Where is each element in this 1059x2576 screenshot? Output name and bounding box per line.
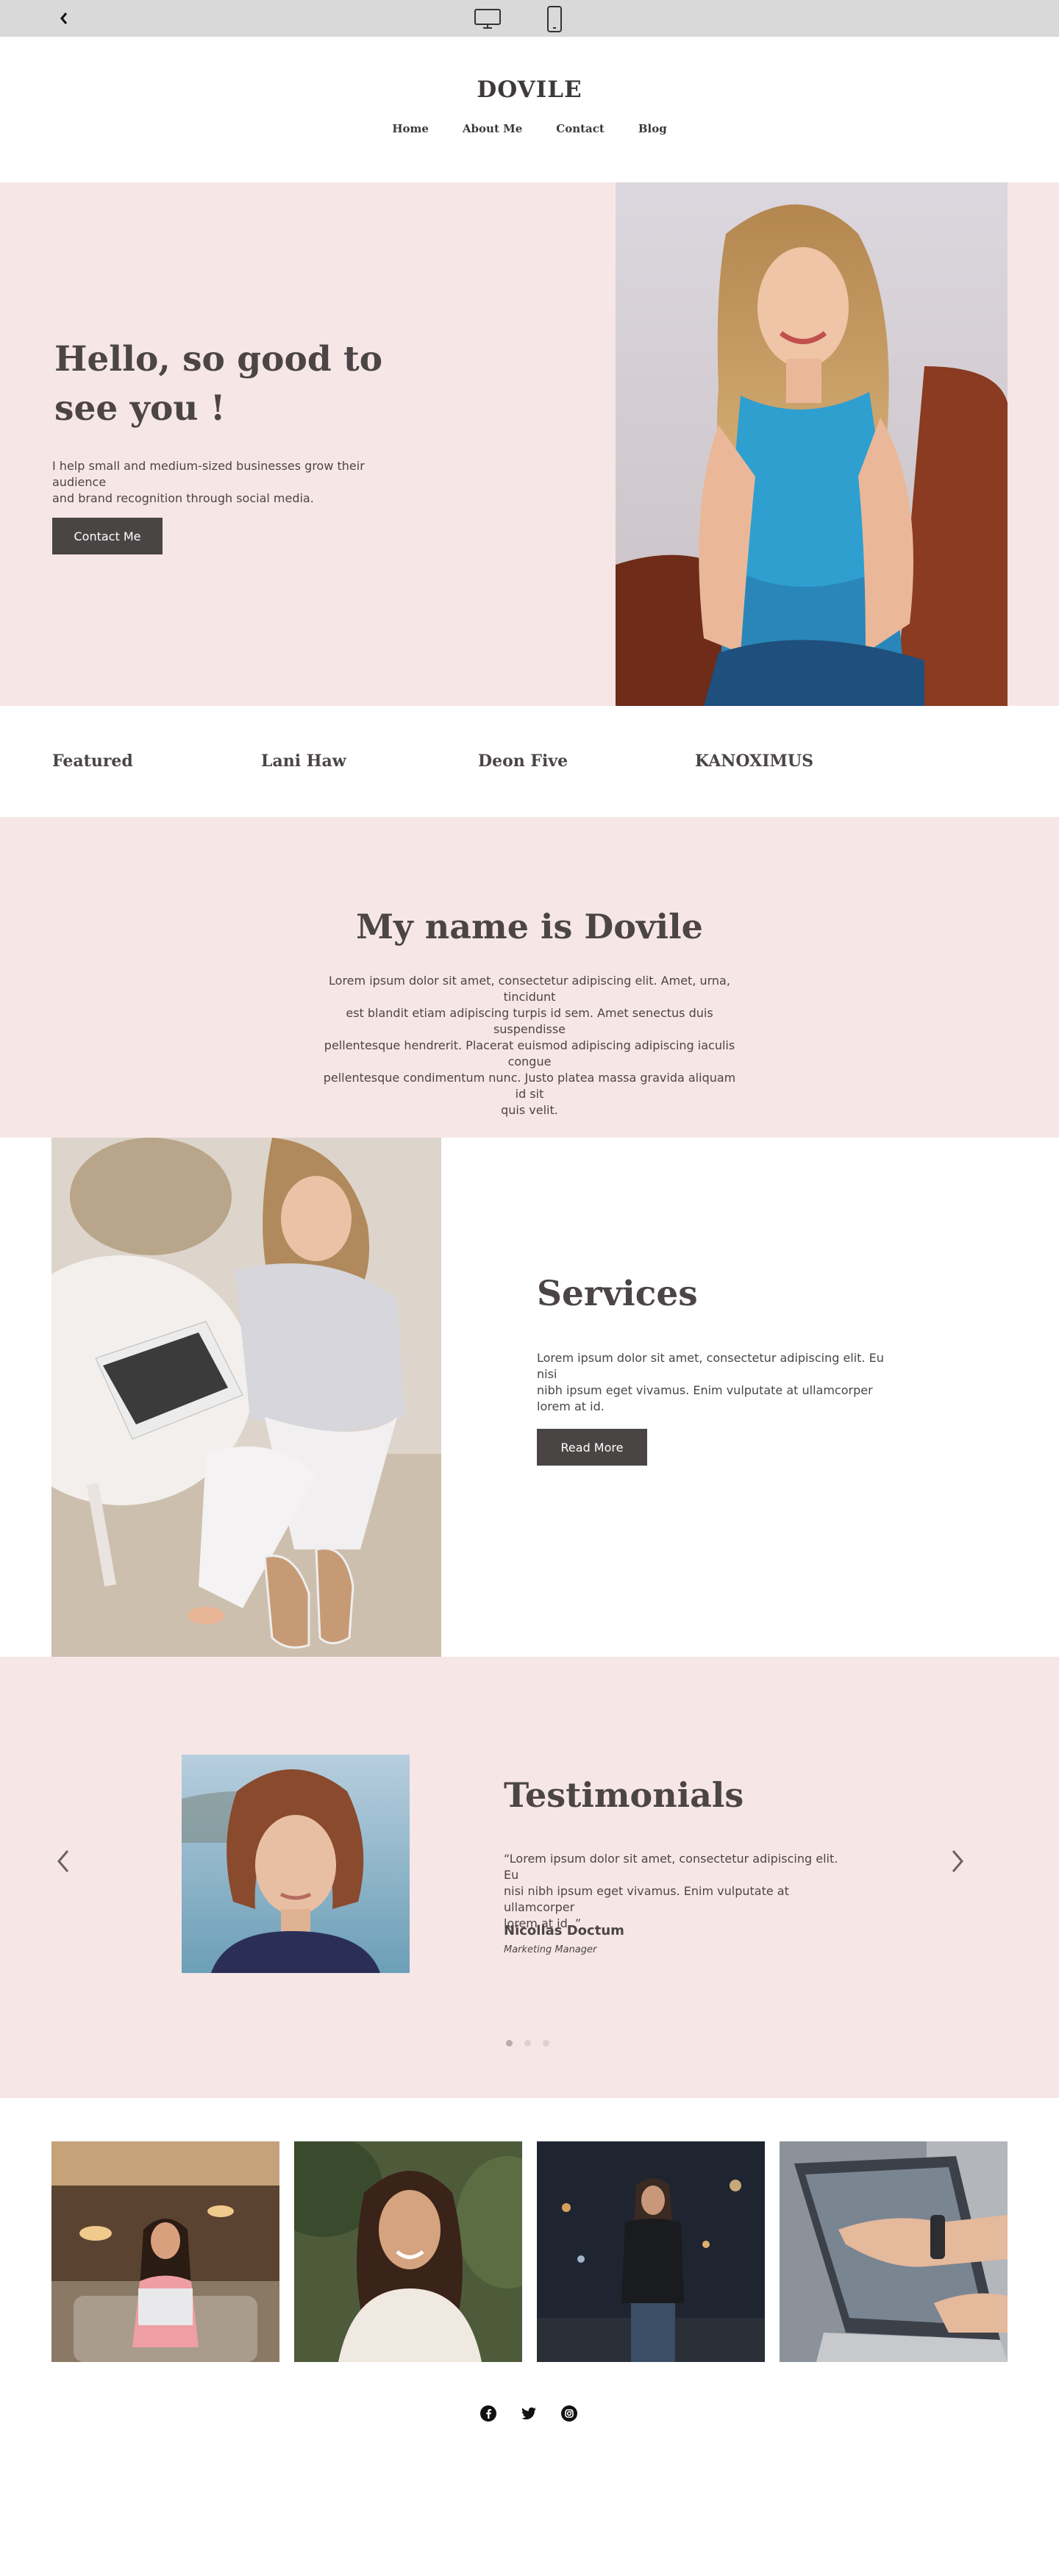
testimonials-section: Testimonials “Lorem ipsum dolor sit amet… [0,1657,1059,2098]
main-nav: Home About Me Contact Blog [382,122,677,135]
hero-title: Hello, so good to see you ! [54,335,407,433]
social-links [479,2405,578,2422]
services-text-line: lorem at id. [537,1399,605,1413]
hero-text-line-2: and brand recognition through social med… [52,491,314,505]
nav-about-me[interactable]: About Me [463,122,522,135]
about-text-line: Lorem ipsum dolor sit amet, consectetur … [329,974,730,1004]
about-text-line: quis velit. [501,1103,558,1117]
about-text-line: pellentesque hendrerit. Placerat euismod… [324,1038,735,1068]
services-title: Services [537,1274,698,1314]
nav-home[interactable]: Home [392,122,429,135]
testimonials-title: Testimonials [504,1775,744,1815]
nav-contact[interactable]: Contact [556,122,605,135]
services-text-line: Lorem ipsum dolor sit amet, consectetur … [537,1351,884,1381]
testimonial-author-name: Nicollas Doctum [504,1923,624,1938]
quote-line: nisi nibh ipsum eget vivamus. Enim vulpu… [504,1884,789,1914]
instagram-icon[interactable] [560,2405,578,2422]
hero-section: Hello, so good to see you ! I help small… [0,182,1059,706]
nav-blog[interactable]: Blog [638,122,667,135]
site-logo[interactable]: DOVILE [0,76,1059,103]
preview-toolbar [0,0,1059,37]
carousel-dot[interactable] [543,2040,549,2047]
hero-title-line-2: see you ! [54,388,226,429]
services-image [51,1138,441,1657]
about-text-line: pellentesque condimentum nunc. Justo pla… [323,1071,736,1101]
quote-line: “Lorem ipsum dolor sit amet, consectetur… [504,1852,838,1882]
featured-logos: Featured Lani Haw Deon Five KANOXIMUS [0,752,1059,774]
services-text: Lorem ipsum dolor sit amet, consectetur … [537,1350,897,1415]
carousel-dots [506,2040,549,2047]
about-text: Lorem ipsum dolor sit amet, consectetur … [316,973,743,1118]
carousel-dot[interactable] [506,2040,513,2047]
testimonial-author-role: Marketing Manager [504,1944,597,1955]
services-text-line: nibh ipsum eget vivamus. Enim vulputate … [537,1383,873,1397]
hero-title-line-1: Hello, so good to [54,339,383,379]
about-section: My name is Dovile Lorem ipsum dolor sit … [0,817,1059,1138]
testimonial-photo [182,1755,410,1973]
gallery-image[interactable] [294,2141,522,2362]
contact-me-button[interactable]: Contact Me [52,518,163,554]
featured-label: Featured [52,752,133,771]
gallery-image[interactable] [780,2141,1008,2362]
chevron-right-icon[interactable] [946,1847,968,1876]
testimonial-quote: “Lorem ipsum dolor sit amet, consectetur… [504,1851,849,1932]
featured-brand: Lani Haw [261,752,346,771]
about-title: My name is Dovile [356,907,703,946]
phone-icon[interactable] [546,5,563,33]
photo-gallery [51,2141,1008,2362]
hero-portrait-image [616,182,1008,706]
about-text-line: est blandit etiam adipiscing turpis id s… [346,1006,713,1036]
featured-brand: Deon Five [478,752,568,771]
read-more-button[interactable]: Read More [537,1429,647,1466]
carousel-dot[interactable] [524,2040,531,2047]
monitor-icon[interactable] [474,8,502,30]
featured-brand: KANOXIMUS [695,752,813,771]
gallery-image[interactable] [537,2141,765,2362]
gallery-image[interactable] [51,2141,279,2362]
twitter-icon[interactable] [520,2405,538,2422]
facebook-icon[interactable] [479,2405,497,2422]
chevron-left-icon[interactable] [53,1847,75,1876]
chevron-left-icon [60,13,68,24]
back-button[interactable] [53,7,75,29]
hero-text: I help small and medium-sized businesses… [52,458,420,507]
hero-text-line-1: I help small and medium-sized businesses… [52,459,365,489]
